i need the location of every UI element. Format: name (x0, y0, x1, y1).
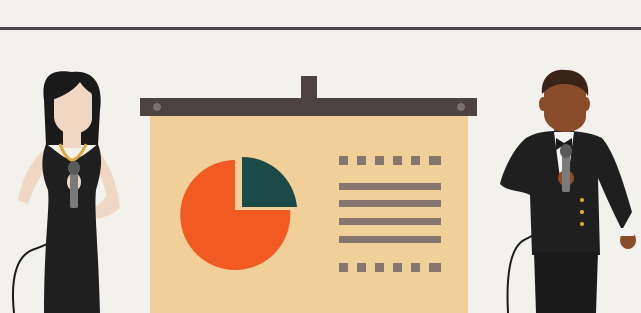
male-presenter-icon (500, 69, 636, 313)
screen-top-bar (140, 98, 477, 116)
text-line (339, 236, 441, 243)
trousers (534, 252, 598, 313)
presentation-illustration (0, 0, 641, 313)
text-line (339, 183, 441, 190)
suit-button (580, 222, 584, 226)
screen-hook (301, 76, 317, 100)
female-presenter-icon (12, 71, 120, 313)
microphone-head-left (68, 161, 80, 175)
microphone-head-right (560, 144, 572, 158)
top-divider (0, 27, 641, 30)
suit-button (580, 210, 584, 214)
projector-screen-icon (140, 76, 477, 313)
screen-bolt-left (153, 103, 161, 111)
suit-button (580, 198, 584, 202)
shirt-cuff (620, 228, 634, 236)
ear-right (582, 97, 590, 111)
screen-bolt-right (457, 103, 465, 111)
ear-left (539, 97, 547, 111)
text-line (339, 200, 441, 207)
illustration-canvas (0, 27, 641, 313)
text-line (339, 218, 441, 225)
